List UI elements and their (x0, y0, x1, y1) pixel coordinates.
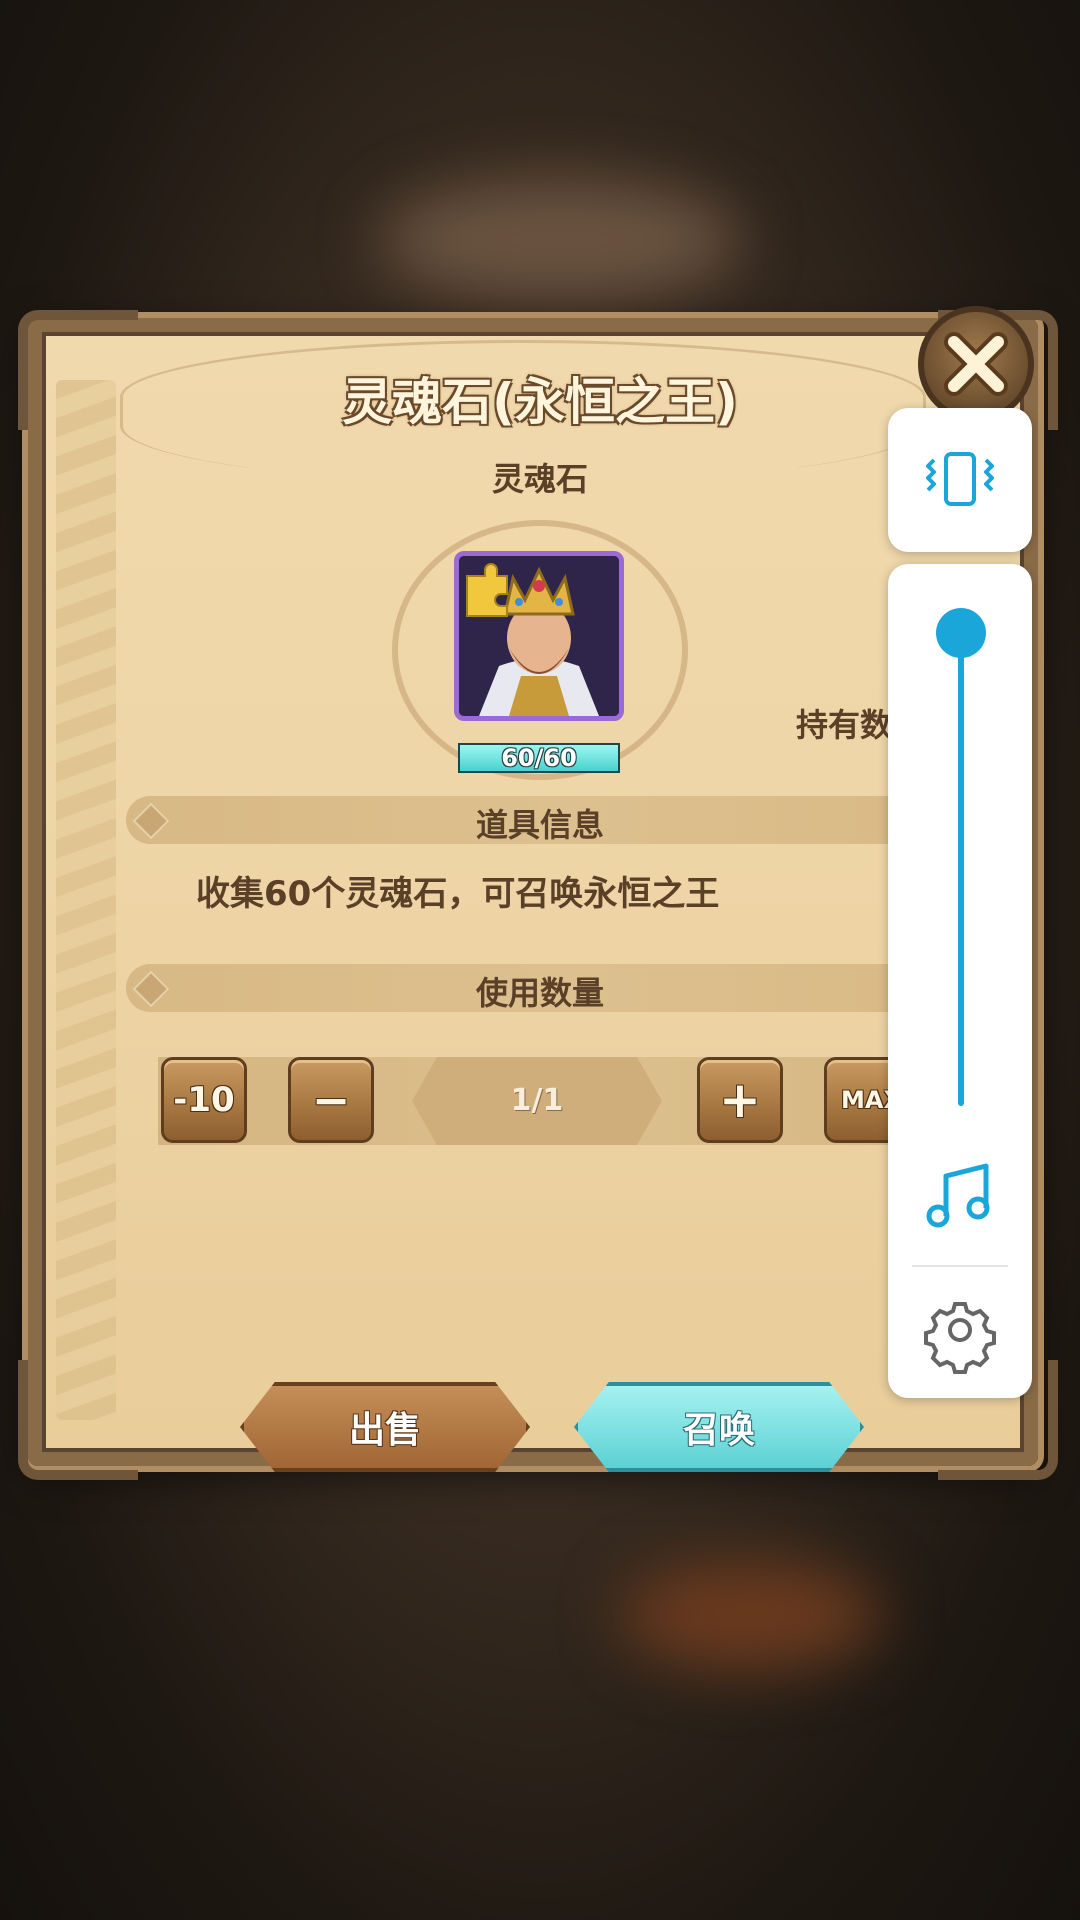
progress-text: 60/60 (501, 744, 577, 772)
summon-button[interactable]: 召唤 (574, 1382, 864, 1472)
background-glow-bottom (620, 1560, 880, 1670)
minus-ten-button[interactable]: -10 (161, 1057, 247, 1143)
max-button[interactable]: MAX (824, 1057, 888, 1143)
volume-slider-handle[interactable] (936, 608, 986, 658)
quantity-value: 1/1 (510, 1083, 564, 1118)
close-button[interactable] (918, 306, 1034, 422)
item-description: 收集60个灵魂石，可召唤永恒之王 (196, 874, 720, 914)
volume-slider-track[interactable] (958, 626, 964, 1106)
king-soulstone-icon (454, 551, 624, 721)
minus-button[interactable]: − (288, 1057, 374, 1143)
panel-divider (912, 1265, 1008, 1267)
volume-panel (888, 564, 1032, 1398)
sell-button[interactable]: 出售 (240, 1382, 530, 1472)
soulstone-progress-bar: 60/60 (458, 743, 620, 773)
close-icon (944, 332, 1008, 396)
background-glow (380, 180, 740, 300)
owned-count-label: 持有数 (796, 706, 893, 744)
plus-button[interactable]: + (697, 1057, 783, 1143)
music-note-icon[interactable] (888, 1150, 1032, 1240)
vibrate-icon (926, 452, 994, 506)
dialog-side-decoration (56, 380, 116, 1420)
gear-icon[interactable] (888, 1284, 1032, 1374)
vibrate-toggle[interactable] (888, 408, 1032, 552)
